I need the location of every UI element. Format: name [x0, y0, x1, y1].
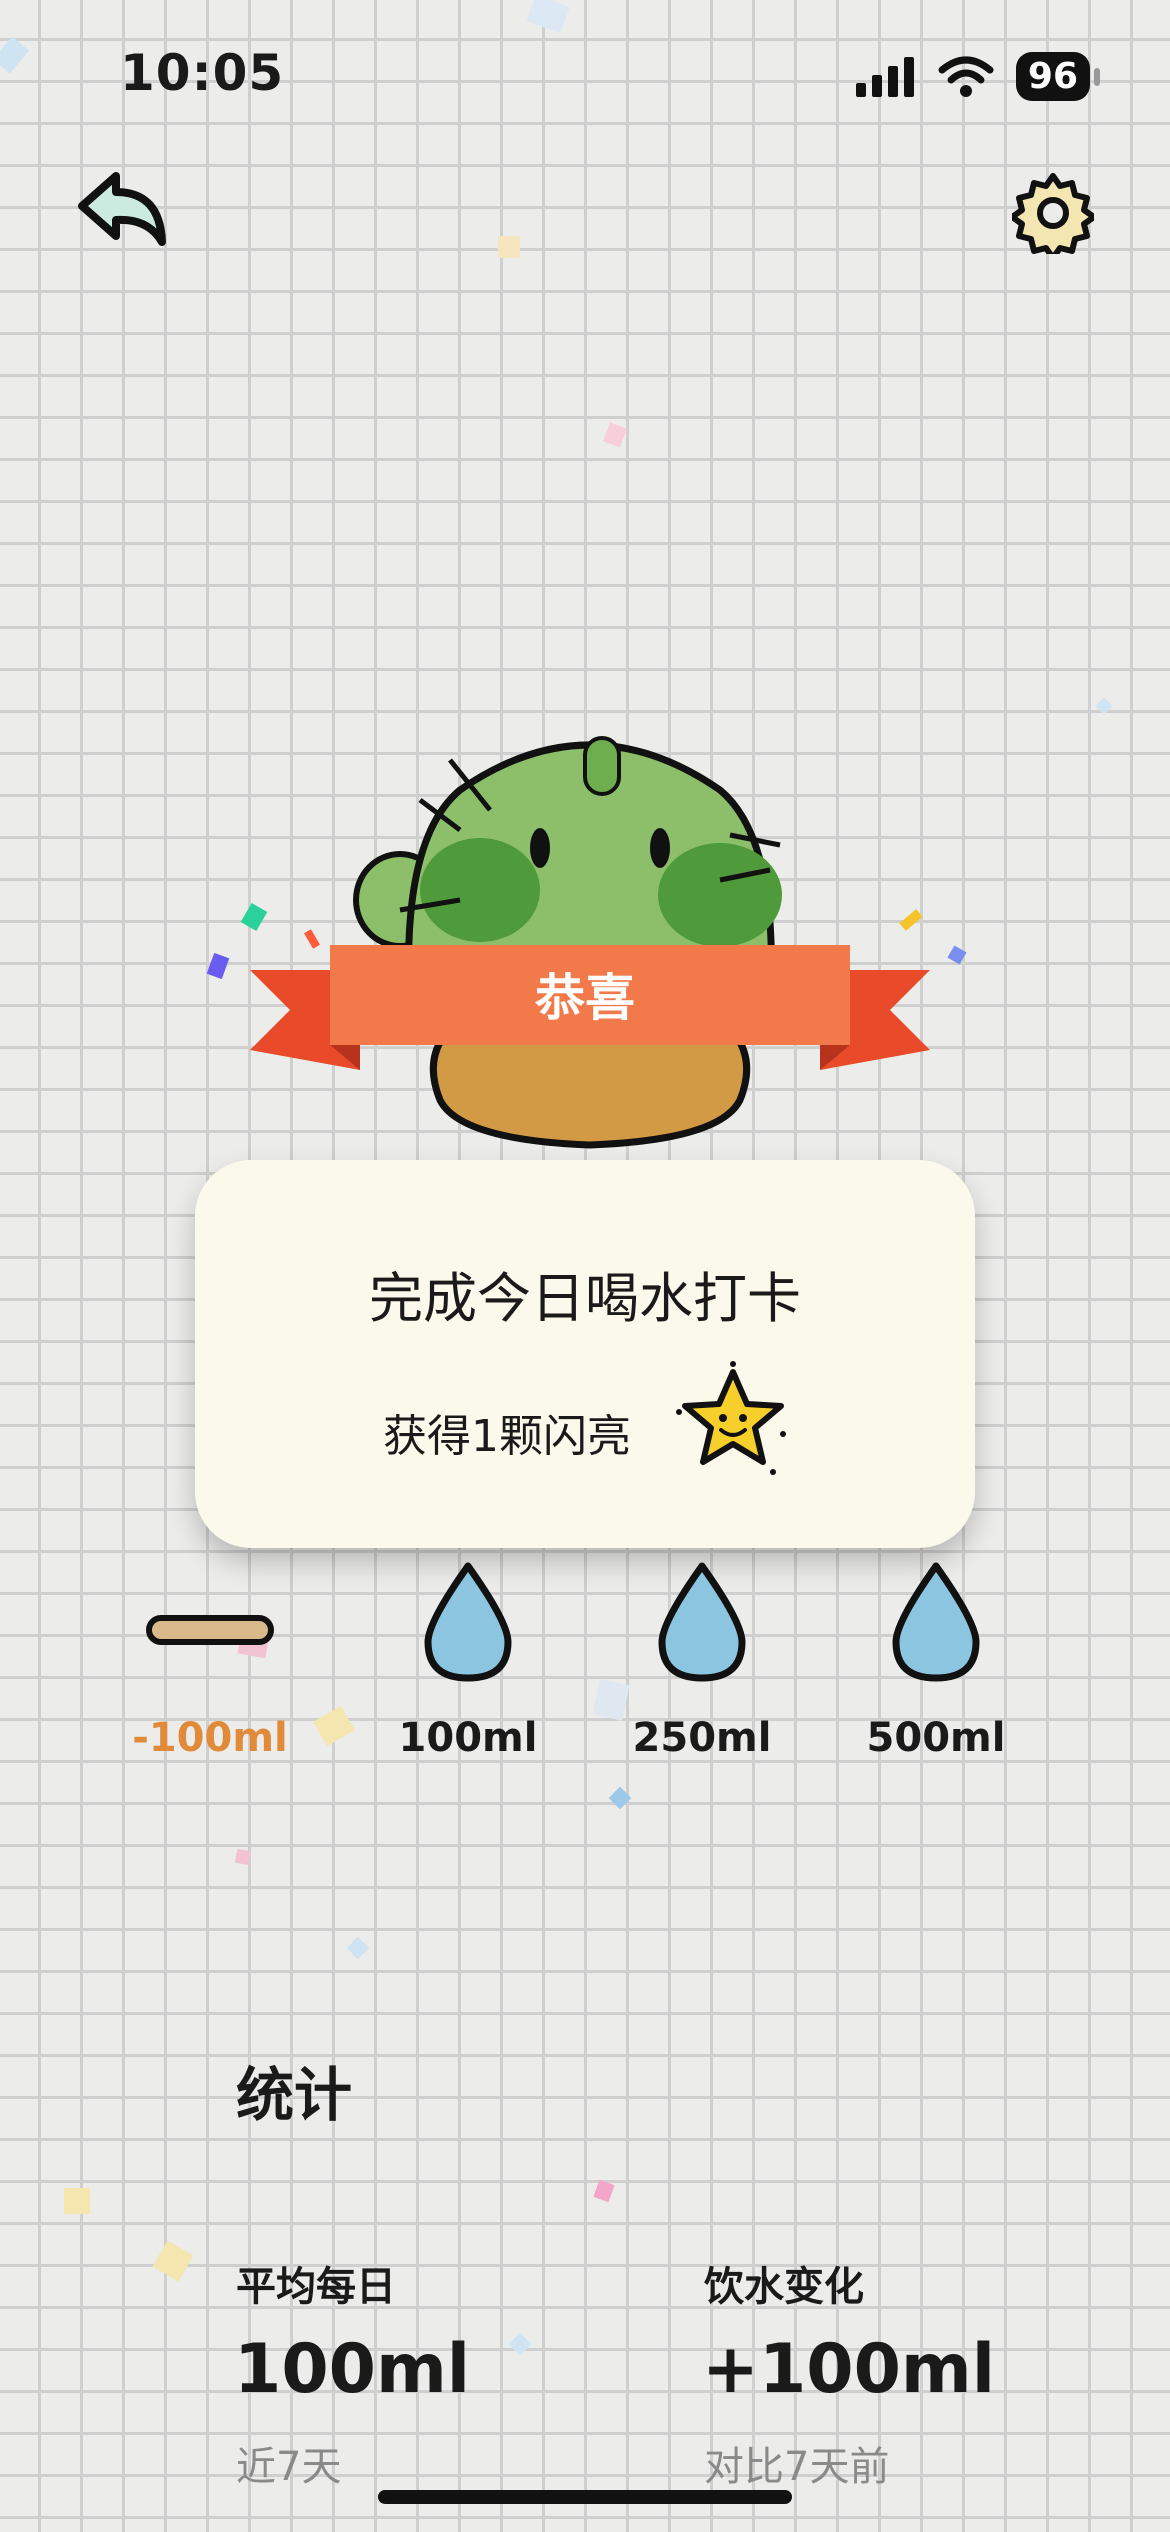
add-250ml-button[interactable]: 250ml	[602, 1560, 802, 1780]
water-drop-icon	[424, 1562, 512, 1682]
battery-indicator: 96	[1015, 52, 1101, 101]
water-button-label: 250ml	[632, 1715, 772, 1761]
back-arrow-icon[interactable]	[74, 168, 174, 258]
stat-average-label: 平均每日	[236, 2264, 396, 2310]
water-drop-icon	[892, 1562, 980, 1682]
remove-100ml-button[interactable]: -100ml	[110, 1560, 310, 1780]
stats-title: 统计	[236, 2061, 353, 2129]
stat-change-sub: 对比7天前	[704, 2444, 890, 2490]
water-drop-icon	[658, 1562, 746, 1682]
card-reward-text: 获得1颗闪亮	[383, 1411, 631, 1462]
water-button-label: 500ml	[866, 1715, 1006, 1761]
stat-change-value: +100ml	[702, 2330, 996, 2409]
wifi-icon	[938, 56, 994, 97]
add-500ml-button[interactable]: 500ml	[836, 1560, 1036, 1780]
minus-bar-icon	[146, 1615, 274, 1645]
home-indicator	[378, 2490, 792, 2504]
banner-text: 恭喜	[535, 969, 635, 1027]
star-icon	[676, 1361, 786, 1475]
status-time: 10:05	[120, 44, 285, 102]
stat-average-sub: 近7天	[236, 2444, 342, 2490]
water-button-label: 100ml	[398, 1715, 538, 1761]
stat-change-label: 饮水变化	[704, 2264, 864, 2310]
add-100ml-button[interactable]: 100ml	[368, 1560, 568, 1780]
cellular-signal-icon	[855, 56, 914, 97]
gear-icon[interactable]	[1012, 172, 1094, 254]
stat-average-value: 100ml	[234, 2330, 471, 2409]
water-button-label: -100ml	[132, 1715, 288, 1761]
checkin-card: 完成今日喝水打卡 获得1颗闪亮	[195, 1160, 975, 1548]
card-title: 完成今日喝水打卡	[369, 1267, 801, 1330]
status-icons: 96	[854, 52, 1101, 101]
